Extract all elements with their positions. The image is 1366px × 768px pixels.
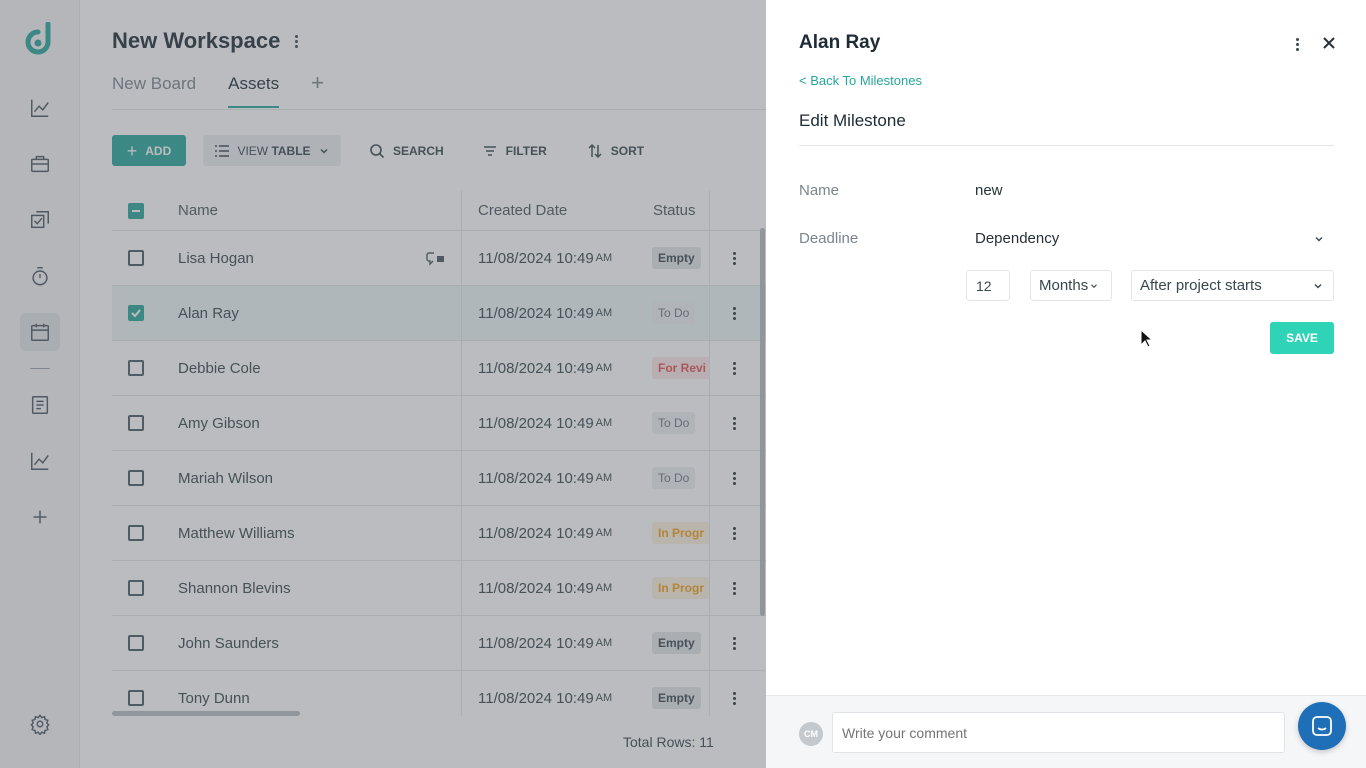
milestone-drawer: Alan Ray < Back To Milestones Edit Miles… [766,0,1366,768]
chevron-down-icon [1091,283,1098,288]
relation-value: After project starts [1140,277,1262,294]
duration-unit-select[interactable]: Months [1030,270,1112,301]
close-icon[interactable] [1320,34,1338,52]
chat-support-button[interactable] [1298,702,1346,750]
chat-icon [1312,716,1332,736]
name-field[interactable]: new [975,182,1003,199]
mouse-cursor-icon [1140,329,1152,348]
name-label: Name [799,182,840,199]
drawer-title: Alan Ray [799,32,881,53]
chevron-down-icon[interactable] [1313,233,1325,245]
duration-unit-value: Months [1039,277,1089,294]
chevron-down-icon [1314,284,1322,289]
back-to-milestones-link[interactable]: < Back To Milestones [799,73,922,88]
avatar: CM [799,722,823,746]
section-divider [799,145,1334,146]
modal-overlay[interactable] [0,0,766,768]
drawer-menu-icon[interactable] [1290,34,1304,54]
deadline-label: Deadline [799,230,859,247]
comment-input[interactable] [832,712,1285,753]
save-button[interactable]: SAVE [1270,322,1334,354]
comment-bar: CM [766,695,1366,768]
relation-select[interactable]: After project starts [1131,270,1334,301]
section-title: Edit Milestone [799,111,906,130]
duration-amount-input[interactable]: 12 [966,270,1010,301]
deadline-select[interactable]: Dependency [975,230,1059,247]
